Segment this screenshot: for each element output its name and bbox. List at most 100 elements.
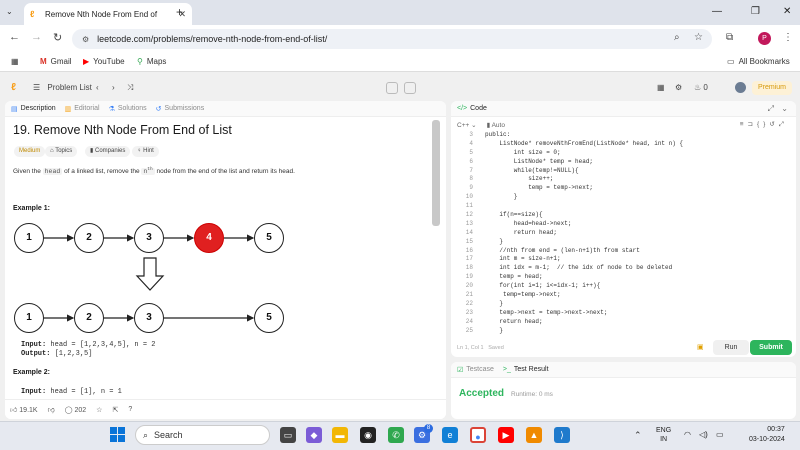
chrome-menu-icon[interactable]: ⋮ xyxy=(783,32,793,43)
code-text: ListNode* removeNthFromEnd(ListNode* hea… xyxy=(485,139,684,147)
lock-icon: ▮ xyxy=(90,148,94,154)
new-tab-icon[interactable]: + xyxy=(176,5,183,19)
braces-icon[interactable]: {} xyxy=(757,121,769,128)
address-bar[interactable]: ⚙ leetcode.com/problems/remove-nth-node-… xyxy=(72,29,712,49)
site-info-icon[interactable]: ⚙ xyxy=(82,35,89,44)
bookmark-star-icon[interactable]: ☆ xyxy=(694,32,703,43)
whatsapp-icon[interactable]: ✆ xyxy=(388,427,404,443)
forward-icon[interactable]: → xyxy=(31,31,42,43)
tab-test-result[interactable]: >_ Test Result xyxy=(503,366,549,373)
vlc-icon[interactable]: ▲ xyxy=(526,427,542,443)
bookmark-icon[interactable]: ⊐ xyxy=(748,121,757,128)
share-icon[interactable]: ⇱ xyxy=(112,406,118,414)
format-icon[interactable]: ≡ xyxy=(740,121,748,128)
maximize-icon[interactable]: ⤢ xyxy=(768,104,774,114)
language-select[interactable]: C++ ⌄ xyxy=(457,121,477,129)
tab-solutions[interactable]: ⚗ Solutions xyxy=(109,105,147,113)
code-text: ListNode* temp = head; xyxy=(485,157,594,165)
tab-submissions[interactable]: ↺ Submissions xyxy=(156,105,205,113)
app-icon[interactable]: ◉ xyxy=(360,427,376,443)
restore-icon[interactable]: ❐ xyxy=(751,6,760,17)
youtube-app-icon[interactable]: ▶ xyxy=(498,427,514,443)
companies-chip[interactable]: ▮ Companies xyxy=(85,146,131,157)
streak-counter[interactable]: ♨ 0 xyxy=(694,83,708,92)
topics-chip[interactable]: ⌂ Topics xyxy=(45,146,78,157)
bookmark-label: Gmail xyxy=(50,57,72,66)
collapse-icon[interactable]: ⌄ xyxy=(781,104,788,113)
taskbar-search[interactable]: ⌕ Search xyxy=(135,425,270,445)
tag-icon: ⌂ xyxy=(50,148,54,154)
shuffle-icon[interactable]: ⤨ xyxy=(127,83,133,93)
tab-code[interactable]: </> Code xyxy=(457,105,487,112)
tab-testcase[interactable]: ☑ Testcase xyxy=(457,366,494,374)
layout-icon[interactable]: ▦ xyxy=(657,83,665,92)
copilot-icon[interactable]: ◆ xyxy=(306,427,322,443)
wifi-icon[interactable]: ◠ xyxy=(684,430,691,439)
code-text: head=head->next; xyxy=(485,219,572,227)
reload-icon[interactable]: ↻ xyxy=(53,31,62,44)
reset-icon[interactable]: ↺ xyxy=(769,121,778,128)
description-scrollbar[interactable] xyxy=(432,120,440,226)
favorite-star-icon[interactable]: ☆ xyxy=(96,406,102,414)
bookmark-youtube[interactable]: ▶ YouTube xyxy=(83,57,125,66)
bookmark-gmail[interactable]: M Gmail xyxy=(40,57,72,66)
comment-icon: ◯ xyxy=(64,406,73,414)
leetcode-logo-icon[interactable]: ℓ xyxy=(11,82,16,93)
back-icon[interactable]: ← xyxy=(9,31,20,43)
console-icon[interactable]: ▣ xyxy=(697,343,704,351)
tab-search-icon[interactable]: ⌄ xyxy=(6,7,13,16)
tab-editorial[interactable]: ▥ Editorial xyxy=(65,105,100,113)
system-clock[interactable]: 00:37 03-10-2024 xyxy=(749,425,785,445)
battery-icon[interactable]: ▭ xyxy=(716,430,724,439)
code-panel: </> Code ⤢ ⌄ C++ ⌄ ▮ Auto ≡⊐{}↺⤢ 3 public:… xyxy=(451,101,796,357)
list-node: 1 xyxy=(14,223,44,253)
code-line: 4 ListNode* removeNthFromEnd(ListNode* h… xyxy=(457,140,787,149)
user-avatar[interactable] xyxy=(735,82,746,93)
leetcode-favicon-icon: ℓ xyxy=(30,9,35,19)
dislike-icon[interactable]: 👎︎ xyxy=(48,405,55,414)
run-button[interactable]: Run xyxy=(713,340,749,355)
chrome-icon[interactable]: ● xyxy=(470,427,486,443)
all-bookmarks[interactable]: ▭ All Bookmarks xyxy=(727,57,790,66)
list-icon: ☰ xyxy=(33,83,41,92)
premium-button[interactable]: Premium xyxy=(752,81,792,95)
fullscreen-icon[interactable]: ⤢ xyxy=(779,121,788,128)
timer-icon[interactable] xyxy=(386,82,398,94)
description-tabs: ▤ Description ▥ Editorial ⚗ Solutions ↺ Subm… xyxy=(5,101,446,117)
task-view-icon[interactable]: ▭ xyxy=(280,427,296,443)
result-status: Accepted xyxy=(459,388,505,399)
vscode-icon[interactable]: ⟩ xyxy=(554,427,570,443)
comments-button[interactable]: ◯ 202 xyxy=(65,406,86,414)
search-icon: ⌕ xyxy=(143,429,149,440)
list-node: 1 xyxy=(14,303,44,333)
bookmark-maps[interactable]: ⚲ Maps xyxy=(137,57,166,66)
zoom-icon[interactable]: ⌕ xyxy=(674,32,680,43)
prev-problem-icon[interactable]: ‹ xyxy=(96,83,99,92)
edge-icon[interactable]: e xyxy=(442,427,458,443)
hint-chip[interactable]: ♀ Hint xyxy=(132,146,159,157)
auto-mode[interactable]: ▮ Auto xyxy=(487,121,505,129)
profile-avatar[interactable]: P xyxy=(758,32,771,45)
browser-tab[interactable]: ℓ Remove Nth Node From End of ✕ xyxy=(24,3,192,25)
notes-icon[interactable] xyxy=(404,82,416,94)
minimize-icon[interactable]: — xyxy=(712,6,722,17)
tab-description[interactable]: ▤ Description xyxy=(11,105,56,113)
settings-icon[interactable]: ⚙ xyxy=(675,83,682,92)
apps-grid-icon[interactable]: ▦ xyxy=(11,57,19,66)
file-explorer-icon[interactable]: ▬ xyxy=(332,427,348,443)
language-indicator[interactable]: ENG IN xyxy=(656,426,671,444)
volume-icon[interactable]: ◁) xyxy=(699,430,708,439)
next-problem-icon[interactable]: › xyxy=(112,83,115,92)
windows-start-icon[interactable] xyxy=(110,427,125,442)
like-button[interactable]: 👍︎ 19.1K xyxy=(10,405,38,414)
code-text: for(int i=1; i<=idx-1; i++){ xyxy=(485,282,601,290)
extensions-icon[interactable]: ⧉ xyxy=(726,32,733,43)
code-editor[interactable]: 3 public: 4 ListNode* removeNthFromEnd(Lis… xyxy=(457,131,787,336)
submit-button[interactable]: Submit xyxy=(750,340,792,355)
code-line: 24 return head; xyxy=(457,318,787,327)
tray-chevron-icon[interactable]: ⌃ xyxy=(634,430,642,441)
problem-list-button[interactable]: ☰ Problem List xyxy=(33,83,92,92)
help-icon[interactable]: ? xyxy=(128,406,132,413)
terminal-icon: >_ xyxy=(502,366,511,373)
close-window-icon[interactable]: ✕ xyxy=(783,6,791,17)
